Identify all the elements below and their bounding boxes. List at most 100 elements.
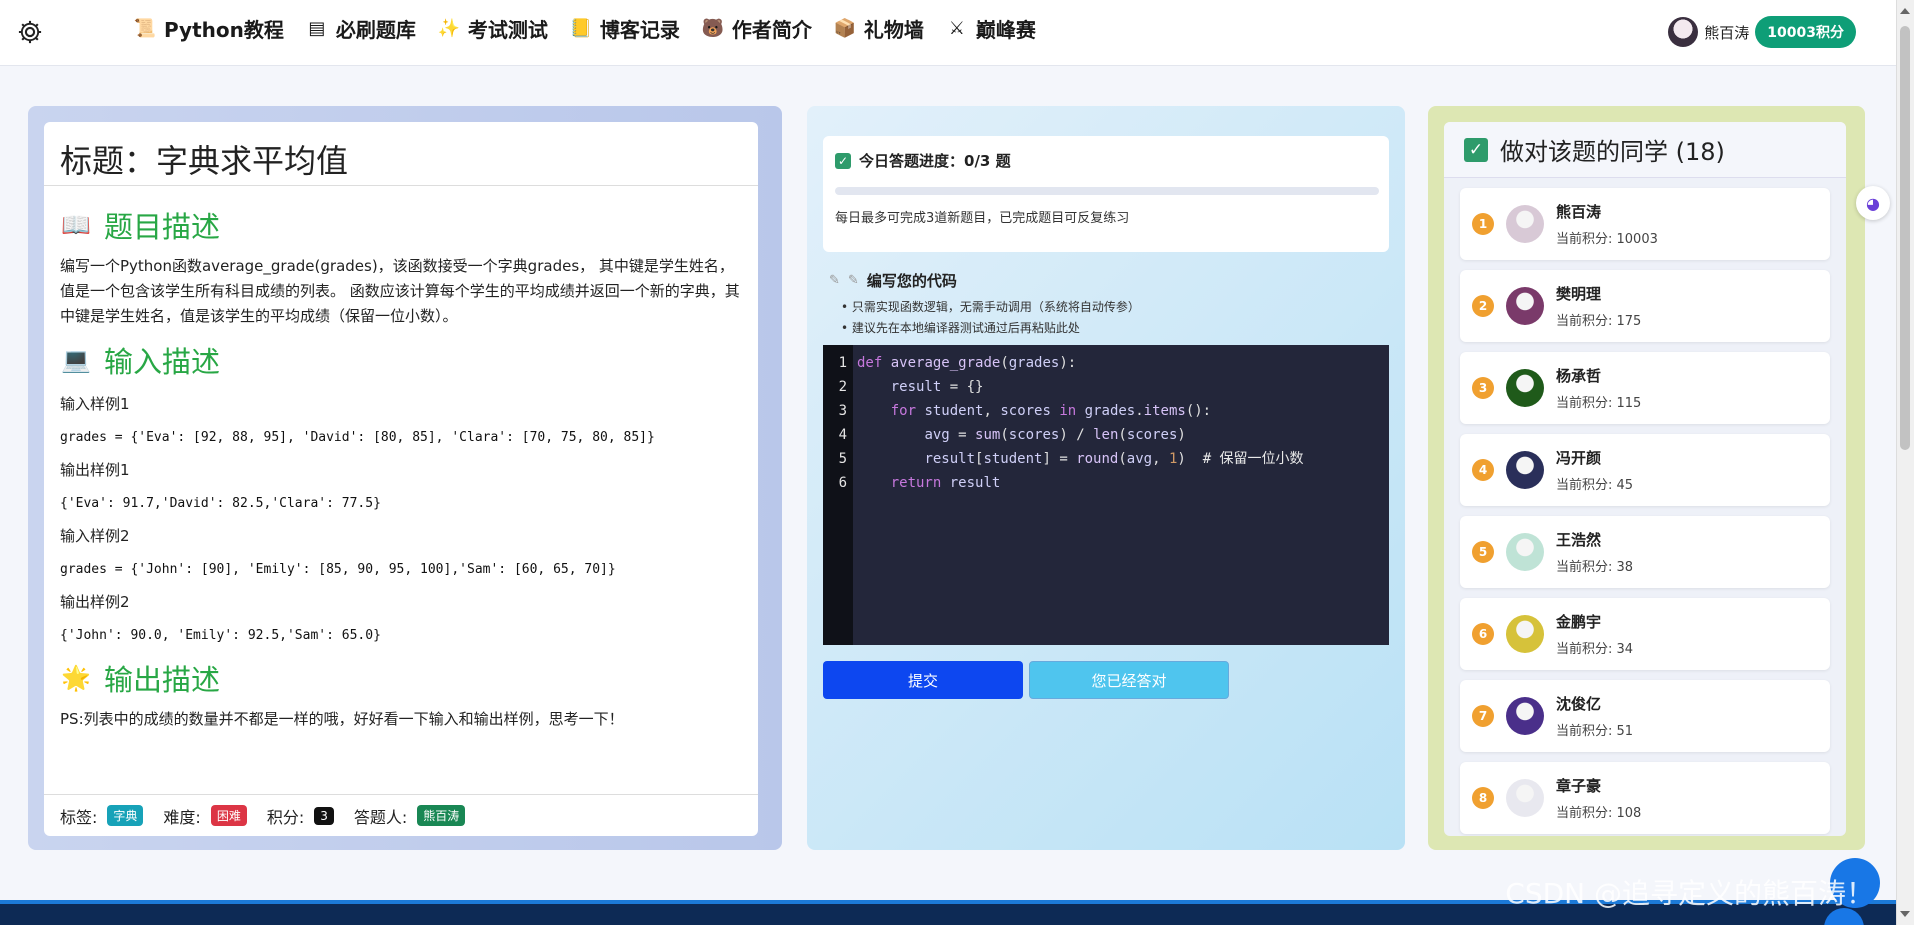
tag-badge[interactable]: 字典	[107, 805, 144, 826]
nav-item-6[interactable]: ⚔ 巅峰赛	[946, 14, 1036, 43]
progress-bar	[835, 187, 1379, 195]
nav-icon: 🐻	[701, 18, 725, 39]
ranking-item[interactable]: 1 熊百涛 当前积分: 10003	[1460, 188, 1830, 260]
avatar[interactable]	[1506, 615, 1544, 653]
nav-item-1[interactable]: ▤ 必刷题库	[306, 14, 416, 43]
nav-item-3[interactable]: 📒 博客记录	[570, 14, 680, 43]
avatar[interactable]	[1506, 697, 1544, 735]
ranking-heading-label: 做对该题的同学 (18)	[1500, 138, 1725, 166]
nav-icon: 📜	[133, 18, 157, 39]
rank-number: 5	[1472, 541, 1494, 563]
rank-name[interactable]: 杨承哲	[1556, 365, 1641, 386]
avatar[interactable]	[1506, 205, 1544, 243]
avatar[interactable]	[1506, 287, 1544, 325]
nav-item-label[interactable]: 必刷题库	[336, 14, 416, 43]
rank-score: 当前积分: 175	[1556, 314, 1642, 329]
progress-card: ✓ 今日答题进度：0/3 题 每日最多可完成3道新题目，已完成题目可反复练习	[823, 136, 1389, 252]
question-column: 标题：字典求平均值 📖 题目描述 编写一个Python函数average_gra…	[28, 106, 782, 850]
avatar[interactable]	[1506, 369, 1544, 407]
code-editor[interactable]: 1 2 3 4 5 6 def average_grade(grades): result…	[823, 345, 1389, 645]
output-heading-label: 输出描述	[104, 663, 221, 697]
rank-name[interactable]: 沈俊亿	[1556, 693, 1633, 714]
ranking-panel: ✓ 做对该题的同学 (18) 1 熊百涛 当前积分: 10003 2 樊明理 当前积分: …	[1444, 122, 1846, 836]
nav-item-label[interactable]: 作者简介	[732, 14, 812, 43]
code-tips: • 只需实现函数逻辑，无需手动调用（系统将自动传参） • 建议先在本地编译器测试通…	[823, 297, 1389, 339]
tags-bar: 标签: 字典 难度: 困难 积分: 3 答题人: 熊百涛	[44, 794, 758, 836]
nav-item-2[interactable]: ✨ 考试测试	[438, 14, 548, 43]
input-heading: 💻 输入描述	[60, 339, 742, 381]
progress-title-text: 今日答题进度：0/3 题	[859, 152, 1011, 170]
watermark: CSDN @追寻定义的熊百涛！	[1505, 877, 1874, 910]
rank-number: 8	[1472, 787, 1494, 809]
code-heading: ✎ ✎ 编写您的代码	[823, 270, 1389, 291]
avatar[interactable]	[1506, 779, 1544, 817]
translate-icon[interactable]: ◕	[1856, 186, 1890, 220]
user-name[interactable]: 熊百涛	[1704, 22, 1749, 43]
check-icon: ✓	[835, 152, 851, 169]
nav-item-label[interactable]: 考试测试	[468, 14, 548, 43]
rank-name[interactable]: 章子豪	[1556, 775, 1641, 796]
ranking-item[interactable]: 5 王浩然 当前积分: 38	[1460, 516, 1830, 588]
avatar[interactable]	[1668, 17, 1699, 47]
description-heading: 📖 题目描述	[60, 204, 742, 246]
question-card: 标题：字典求平均值 📖 题目描述 编写一个Python函数average_gra…	[44, 122, 758, 836]
nav-item-label[interactable]: Python教程	[164, 14, 284, 43]
example-label: 输出样例1	[60, 461, 130, 479]
ranking-item[interactable]: 2 樊明理 当前积分: 175	[1460, 270, 1830, 342]
scroll-down-icon[interactable]	[1900, 911, 1910, 917]
line-number: 2	[838, 379, 847, 395]
rank-name[interactable]: 金鹏宇	[1556, 611, 1633, 632]
line-number: 6	[838, 475, 847, 491]
rank-name[interactable]: 王浩然	[1556, 529, 1633, 550]
nav-item-label[interactable]: 博客记录	[600, 14, 680, 43]
code-tip: • 建议先在本地编译器测试通过后再粘贴此处	[841, 321, 1080, 335]
scroll-up-icon[interactable]	[1900, 8, 1910, 14]
ranking-item[interactable]: 3 杨承哲 当前积分: 115	[1460, 352, 1830, 424]
page-scrollbar[interactable]	[1896, 0, 1914, 925]
solver-badge[interactable]: 熊百涛	[417, 805, 466, 826]
ranking-item[interactable]: 4 冯开颜 当前积分: 45	[1460, 434, 1830, 506]
ranking-item[interactable]: 6 金鹏宇 当前积分: 34	[1460, 598, 1830, 670]
answered-button[interactable]: 您已经答对	[1029, 661, 1229, 699]
nav-item-4[interactable]: 🐻 作者简介	[702, 14, 812, 43]
rank-name[interactable]: 樊明理	[1556, 283, 1641, 304]
avatar[interactable]	[1506, 533, 1544, 571]
rank-name[interactable]: 冯开颜	[1556, 447, 1633, 468]
editor-column: ✓ 今日答题进度：0/3 题 每日最多可完成3道新题目，已完成题目可反复练习 ✎…	[807, 106, 1405, 850]
score-label: 积分:	[266, 807, 305, 827]
nav-item-0[interactable]: 📜 Python教程	[134, 14, 284, 43]
user-box[interactable]: 熊百涛 10003积分	[1668, 16, 1856, 48]
submit-button[interactable]: 提交	[823, 661, 1023, 699]
ranking-item[interactable]: 7 沈俊亿 当前积分: 51	[1460, 680, 1830, 752]
scroll-thumb[interactable]	[1900, 26, 1910, 450]
nav-icon: 📒	[569, 18, 593, 39]
rank-number: 6	[1472, 623, 1494, 645]
book-icon: 📖	[61, 211, 91, 239]
top-navbar: 📜 Python教程 ▤ 必刷题库 ✨ 考试测试 📒 博客记录 🐻 作者简介 📦 礼物墙 ⚔ 巅峰赛 熊百…	[0, 0, 1896, 66]
difficulty-badge: 困难	[210, 805, 247, 826]
button-row: 提交 您已经答对	[823, 661, 1389, 699]
progress-title: ✓ 今日答题进度：0/3 题	[835, 150, 1377, 171]
code-lines[interactable]: def average_grade(grades): result = {} f…	[853, 345, 1308, 645]
points-badge[interactable]: 10003积分	[1755, 16, 1856, 48]
avatar[interactable]	[1506, 451, 1544, 489]
nav-item-label[interactable]: 巅峰赛	[976, 14, 1036, 43]
laptop-icon: 💻	[61, 346, 91, 374]
line-number: 3	[838, 403, 847, 419]
example-label: 输出样例2	[60, 593, 130, 611]
rank-score: 当前积分: 45	[1556, 478, 1634, 493]
code-tip: • 只需实现函数逻辑，无需手动调用（系统将自动传参）	[841, 300, 1140, 314]
gear-icon[interactable]	[16, 18, 44, 46]
nav-icon: ✨	[437, 18, 461, 39]
line-number: 1	[838, 355, 847, 371]
rank-score: 当前积分: 51	[1556, 724, 1634, 739]
ranking-item[interactable]: 8 章子豪 当前积分: 108	[1460, 762, 1830, 834]
nav-item-5[interactable]: 📦 礼物墙	[834, 14, 924, 43]
example-code: grades = {'Eva': [92, 88, 95], 'David': …	[60, 430, 655, 445]
examples: 输入样例1 grades = {'Eva': [92, 88, 95], 'Dav…	[60, 393, 742, 643]
nav-item-label[interactable]: 礼物墙	[864, 14, 924, 43]
rank-name[interactable]: 熊百涛	[1556, 201, 1658, 222]
pin-icon: ✎	[829, 273, 840, 288]
example-code: grades = {'John': [90], 'Emily': [85, 90…	[60, 562, 616, 577]
tags-label: 标签:	[60, 807, 98, 827]
